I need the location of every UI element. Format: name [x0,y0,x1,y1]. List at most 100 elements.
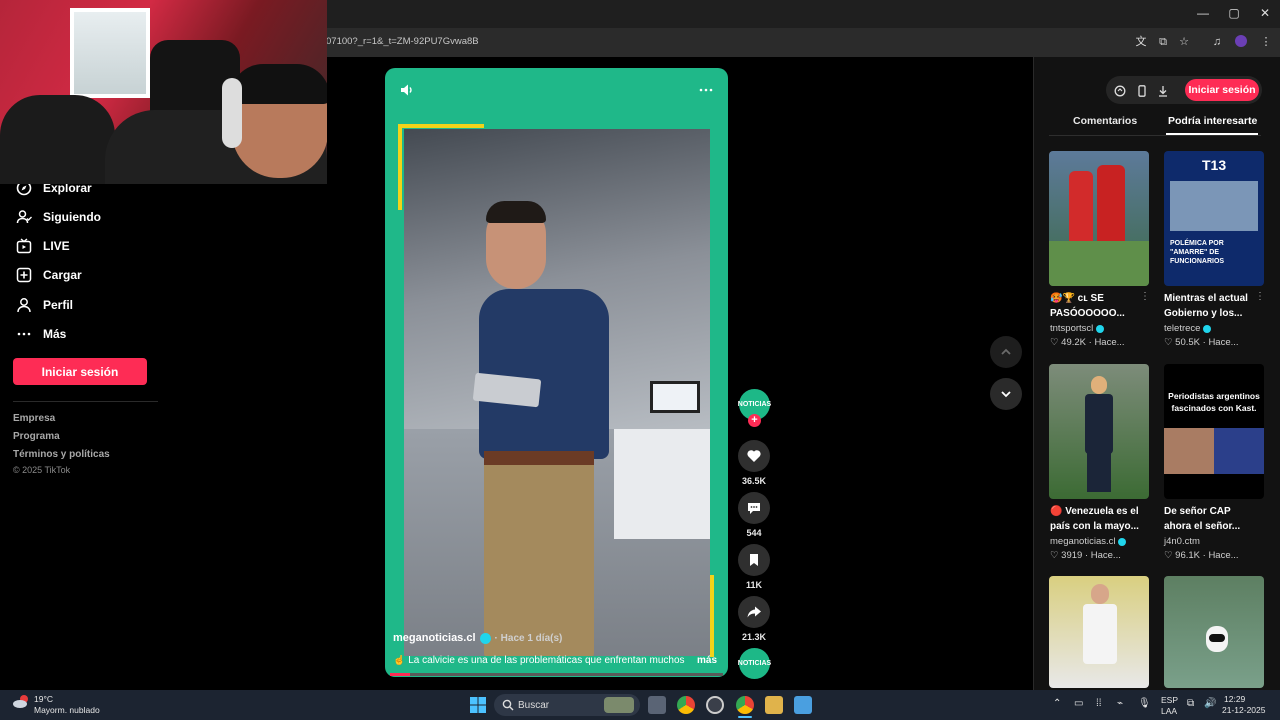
card-author-name[interactable]: meganoticias.cl [1050,536,1115,547]
tray-display-icon[interactable]: ⧉ [1187,698,1194,709]
caption-more-link[interactable]: más [697,655,717,666]
weather-icon[interactable] [12,693,30,711]
browser-menu-icon[interactable]: ⋮ [1259,35,1273,49]
file-explorer-icon[interactable] [765,696,783,714]
card-author[interactable]: tntsportscl [1050,323,1105,334]
copyright-text: © 2025 TikTok [13,465,71,475]
coins-icon[interactable] [1114,84,1126,97]
like-button[interactable] [738,440,770,472]
card-author[interactable]: meganoticias.cl [1050,536,1127,547]
presenter-belt [484,451,594,465]
recommended-thumbnail[interactable] [1049,364,1149,499]
sidebar-item-perfil[interactable]: Perfil [14,294,73,316]
windows-start-icon[interactable] [469,696,487,714]
chevron-up-icon [1001,348,1011,355]
language-code[interactable]: ESP [1161,695,1178,705]
task-view-icon[interactable] [648,696,666,714]
bookmark-star-icon[interactable]: ☆ [1177,35,1191,49]
tab-comentarios[interactable]: Comentarios [1073,115,1137,127]
obs-app-icon[interactable] [706,696,724,714]
tab-podria-interesarte[interactable]: Podría interesarte [1168,115,1257,127]
verified-icon [479,632,491,644]
recommended-thumbnail[interactable] [1049,151,1149,286]
card-title[interactable]: 🥵🏆 cʟ SE PASÓOOOOO... [1050,291,1142,321]
card-author-name[interactable]: teletrece [1164,323,1200,334]
video-progress-bar[interactable] [390,673,723,676]
chrome-app-icon[interactable] [677,696,695,714]
card-options-icon[interactable]: ⋮ [1140,291,1150,302]
tray-grid-icon[interactable]: ⁞⁞ [1096,698,1102,709]
notepad-icon[interactable] [794,696,812,714]
profile-avatar-icon[interactable] [1234,35,1248,49]
tray-volume-icon[interactable]: 🔊 [1204,698,1216,709]
footer-link-empresa[interactable]: Empresa [13,413,55,424]
card-options-icon[interactable]: ⋮ [1255,291,1265,302]
sidebar-item-cargar[interactable]: Cargar [14,264,82,286]
url-text[interactable]: 07100?_r=1&_t=ZM-92PU7Gvwa8B [326,36,479,47]
recommended-thumbnail[interactable] [1164,576,1264,688]
weather-desc[interactable]: Mayorm. nublado [34,705,100,715]
recommended-thumbnail[interactable] [1049,576,1149,688]
card-author[interactable]: j4n0.ctm [1164,536,1200,547]
progress-fill [390,673,410,676]
card-title[interactable]: De señor CAP ahora el señor... [1164,504,1256,534]
chrome-active-app-icon[interactable] [736,696,754,714]
clock-time[interactable]: 12:29 [1224,694,1245,704]
footer-link-terminos[interactable]: Términos y políticas [13,449,110,460]
clock-date[interactable]: 21-12-2025 [1222,705,1265,715]
minimize-button[interactable]: — [1188,6,1218,20]
sidebar-item-siguiendo[interactable]: Siguiendo [14,206,101,228]
previous-video-button[interactable] [990,336,1022,368]
video-author[interactable]: meganoticias.cl · Hace 1 día(s) [393,632,562,644]
video-time: · Hace 1 día(s) [494,632,563,644]
tray-network-icon[interactable]: ⌁ [1117,698,1123,709]
video-frame [404,129,710,656]
verified-icon [1096,324,1105,333]
tray-app-icon[interactable]: ▭ [1074,698,1083,709]
weather-temp[interactable]: 19°C [34,694,53,704]
header-login-button[interactable]: Iniciar sesión [1185,79,1259,101]
recommended-thumbnail[interactable]: Periodistas argentinos fascinados con Ka… [1164,364,1264,499]
tray-chevron-icon[interactable]: ⌃ [1053,698,1061,709]
card-time: Hace... [1090,550,1121,561]
save-button[interactable] [738,544,770,576]
close-button[interactable]: ✕ [1250,6,1280,20]
sidebar-item-label: Perfil [43,298,74,312]
search-icon [502,699,514,711]
mobile-app-icon[interactable] [1136,84,1148,97]
sidebar-item-mas[interactable]: Más [14,323,66,345]
card-author[interactable]: teletrece [1164,323,1212,334]
video-options-icon[interactable] [698,82,714,98]
media-control-icon[interactable]: ♫ [1210,35,1224,49]
card-title[interactable]: Mientras el actual Gobierno y los... [1164,291,1256,321]
card-author-name[interactable]: j4n0.ctm [1164,536,1200,547]
music-disc-avatar[interactable]: NOTICIAS [738,648,771,679]
tray-mic-icon[interactable]: 🎙 [1138,698,1151,709]
install-app-icon[interactable]: ⧉ [1156,35,1170,49]
sidebar-item-live[interactable]: LIVE [14,235,70,257]
card-stats: ♡ 96.1K · Hace... [1164,550,1239,561]
follow-plus-icon[interactable]: + [748,414,761,427]
comment-button[interactable] [738,492,770,524]
volume-icon[interactable] [399,82,415,98]
share-button[interactable] [738,596,770,628]
thumb-banner-text: POLÉMICA POR "AMARRE" DE FUNCIONARIOS [1170,240,1225,265]
author-name[interactable]: meganoticias.cl [393,632,476,644]
windows-taskbar [0,690,1280,720]
recommended-thumbnail[interactable]: T13 POLÉMICA POR "AMARRE" DE FUNCIONARIO… [1164,151,1264,286]
login-button[interactable]: Iniciar sesión [13,358,147,385]
maximize-button[interactable]: ▢ [1219,6,1249,20]
card-title[interactable]: 🔴 Venezuela es el país con la mayo... [1050,504,1142,534]
footer-link-programa[interactable]: Programa [13,431,60,442]
card-author-name[interactable]: tntsportscl [1050,323,1093,334]
webcam-overlay [0,0,327,184]
card-likes: 96.1K [1175,550,1200,561]
active-app-indicator [738,716,752,718]
taskbar-search[interactable]: Buscar [494,694,640,716]
sidebar-divider [13,401,158,402]
translate-icon[interactable]: 文 [1134,35,1148,49]
next-video-button[interactable] [990,378,1022,410]
language-layout[interactable]: LAA [1161,706,1177,716]
share-count: 21.3K [741,632,767,642]
download-icon[interactable] [1157,84,1169,97]
